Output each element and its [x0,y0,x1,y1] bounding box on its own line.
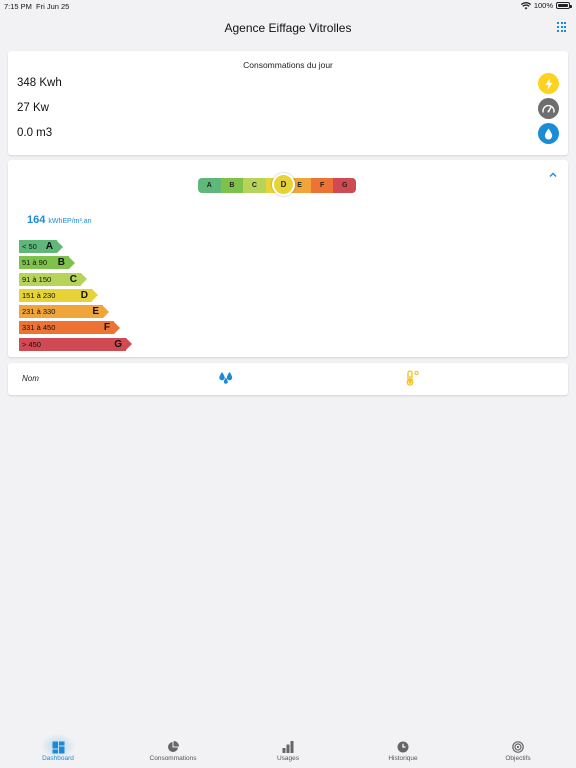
gauge-icon [538,98,559,119]
nav-bar: Agence Eiffage Vitrolles [0,12,576,44]
grid-menu-icon[interactable] [557,22,567,32]
class-range: 331 à 450 [22,323,56,333]
energy-class-bar-e: 231 à 330 E [19,305,132,319]
page-title: Agence Eiffage Vitrolles [224,21,352,35]
water-value: 0.0 m3 [17,127,53,139]
consumption-row-power: 27 Kw [17,98,559,120]
class-letter: D [80,289,88,301]
class-range: < 50 [22,242,37,251]
daily-consumption-card: Consommations du jour 348 Kwh 27 Kw 0.0 … [8,51,568,155]
tab-label: Objectifs [505,755,531,762]
class-letter: C [69,273,77,285]
scale-segment-g: G [333,178,356,193]
energy-value: 348 Kwh [17,77,62,89]
status-right: 100% [520,1,572,10]
thermometer-icon [406,370,419,386]
tab-historique[interactable]: Historique [363,732,443,768]
energy-label-card: A B C E F G D 164 kWhEP/m².an < 50 A 51 à… [8,160,568,357]
class-letter: E [92,306,99,318]
energy-performance-unit: kWhEP/m².an [48,218,92,225]
tab-label: Dashboard [42,755,74,762]
consumption-row-water: 0.0 m3 [17,123,559,145]
energy-class-bar-g: > 450 G [19,337,132,351]
water-drops-icon [219,372,233,384]
tab-label: Historique [388,755,418,762]
current-class-marker: D [272,173,295,196]
bar-chart-icon [281,740,295,754]
water-drop-icon [538,123,559,144]
target-icon [511,740,525,754]
tab-usages[interactable]: Usages [248,732,328,768]
battery-icon [556,2,572,9]
energy-class-bar-c: 91 à 150 C [19,272,132,286]
energy-class-chart: < 50 A 51 à 90 B 91 à 150 C 151 à 230 D [19,240,132,354]
pie-chart-icon [166,740,180,754]
scale-segment-f: F [310,178,334,193]
energy-performance-value: 164 kWhEP/m².an [27,210,92,228]
class-range: 231 à 330 [22,307,56,317]
class-letter: A [45,241,53,252]
tab-consommations[interactable]: Consommations [133,732,213,768]
status-time: 7:15 PM [4,2,32,11]
scale-segment-a: A [198,178,221,193]
class-range: > 450 [22,339,41,349]
status-date: Fri Jun 25 [36,2,70,11]
tab-dashboard[interactable]: Dashboard [18,732,98,768]
tab-label: Usages [276,755,300,762]
dashboard-icon [51,740,65,754]
energy-class-bar-a: < 50 A [19,240,132,253]
tab-label: Consommations [149,755,197,762]
scale-segment-c: C [243,178,266,193]
energy-class-scale: A B C E F G D [198,173,356,196]
chevron-up-icon[interactable] [548,170,558,180]
class-range: 91 à 150 [22,274,52,284]
tab-bar: Dashboard Consommations Usages Historiqu… [0,732,576,768]
wifi-icon [520,1,531,9]
clock-icon [396,740,410,754]
class-letter: F [103,322,110,334]
consumption-title: Consommations du jour [243,60,333,70]
energy-class-bar-f: 331 à 450 F [19,321,132,335]
lightning-icon [538,73,559,94]
energy-class-bar-b: 51 à 90 B [19,256,132,270]
name-label: Nom [22,374,39,383]
battery-percent: 100% [533,1,553,10]
class-letter: B [57,257,65,269]
scale-segment-b: B [220,178,244,193]
tab-objectifs[interactable]: Objectifs [478,732,558,768]
energy-performance-number: 164 [27,214,46,226]
class-range: 151 à 230 [22,290,56,300]
power-value: 27 Kw [17,102,49,114]
site-info-card: Nom [8,363,568,395]
status-bar: 7:15 PM Fri Jun 25 100% [0,0,576,12]
consumption-row-energy: 348 Kwh [17,73,559,95]
class-letter: G [114,338,122,350]
energy-class-bar-d: 151 à 230 D [19,288,132,302]
class-range: 51 à 90 [22,258,48,268]
